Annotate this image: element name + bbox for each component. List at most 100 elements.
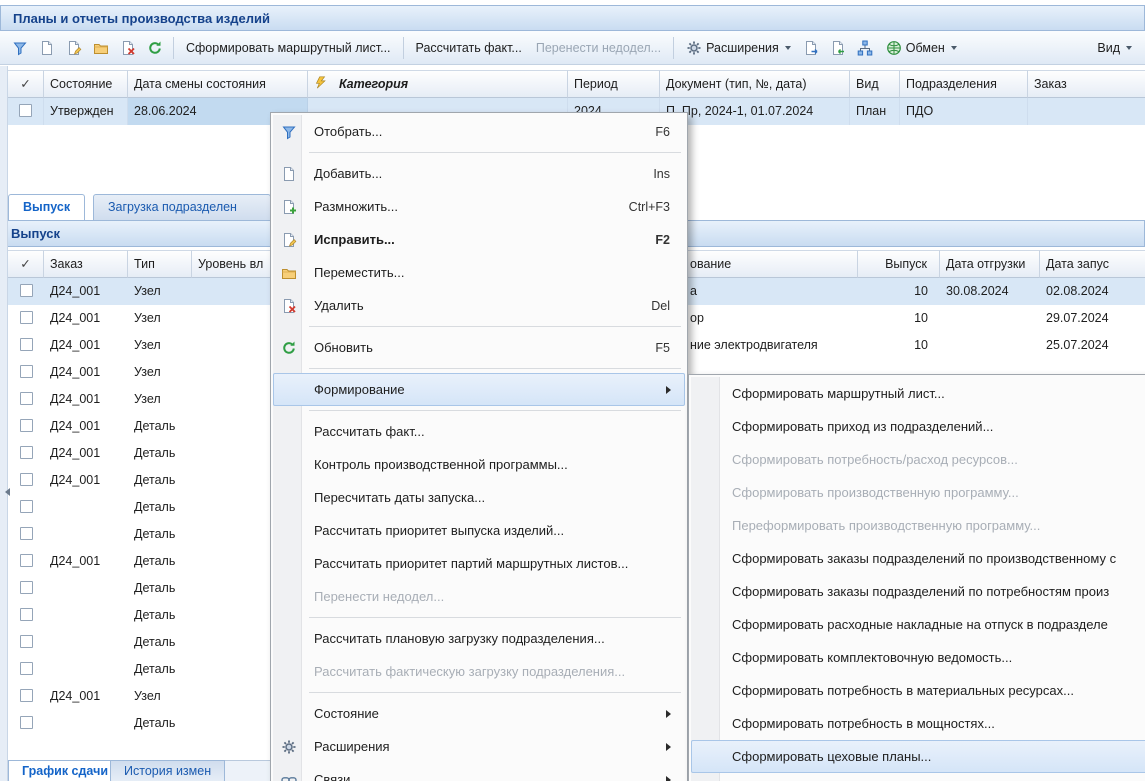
context-menu-item-4[interactable]: Исправить...F2 bbox=[273, 223, 685, 256]
add-button[interactable] bbox=[33, 35, 60, 61]
context-menu-item-10[interactable]: Формирование bbox=[273, 373, 685, 406]
context-menu-item-3[interactable]: Размножить...Ctrl+F3 bbox=[273, 190, 685, 223]
hierarchy-button[interactable] bbox=[852, 35, 879, 61]
submenu-item-5[interactable]: Сформировать заказы подразделений по про… bbox=[691, 542, 1145, 575]
row-checkbox[interactable] bbox=[20, 446, 33, 459]
submenu-item-11[interactable]: Сформировать цеховые планы... bbox=[691, 740, 1145, 773]
folder-icon bbox=[93, 40, 109, 56]
submenu-item-1[interactable]: Сформировать приход из подразделений... bbox=[691, 410, 1145, 443]
submenu-item-0[interactable]: Сформировать маршрутный лист... bbox=[691, 377, 1145, 410]
row-checkbox[interactable] bbox=[20, 608, 33, 621]
menu-separator bbox=[273, 322, 685, 331]
view-button[interactable]: Вид bbox=[1090, 35, 1139, 61]
ship-date-cell bbox=[940, 332, 1040, 359]
extensions-button[interactable]: Расширения bbox=[679, 35, 798, 61]
submenu-item-6[interactable]: Сформировать заказы подразделений по пот… bbox=[691, 575, 1145, 608]
menu-separator bbox=[273, 406, 685, 415]
submenu-item-10[interactable]: Сформировать потребность в мощностях... bbox=[691, 707, 1145, 740]
column-header-check[interactable]: ✓ bbox=[8, 70, 44, 98]
menu-item-hotkey: F6 bbox=[635, 125, 670, 139]
column-header-ship-date[interactable]: Дата отгрузки bbox=[940, 250, 1040, 278]
column-header-division[interactable]: Подразделения bbox=[900, 70, 1028, 98]
row-checkbox[interactable] bbox=[20, 392, 33, 405]
type-cell: Деталь bbox=[128, 629, 192, 656]
row-checkbox[interactable] bbox=[20, 500, 33, 513]
menu-item-label: Обновить bbox=[314, 340, 373, 355]
context-menu-item-13[interactable]: Контроль производственной программы... bbox=[273, 448, 685, 481]
column-header-order[interactable]: Заказ bbox=[44, 250, 128, 278]
row-checkbox[interactable] bbox=[20, 554, 33, 567]
view-label: Вид bbox=[1097, 41, 1120, 55]
row-checkbox[interactable] bbox=[20, 581, 33, 594]
import-button[interactable] bbox=[825, 35, 852, 61]
column-header-order[interactable]: Заказ bbox=[1028, 70, 1145, 98]
context-menu-item-0[interactable]: Отобрать...F6 bbox=[273, 115, 685, 148]
context-menu-item-14[interactable]: Пересчитать даты запуска... bbox=[273, 481, 685, 514]
window-title-bar: Планы и отчеты производства изделий bbox=[0, 5, 1145, 31]
row-checkbox[interactable] bbox=[19, 104, 32, 117]
delete-button[interactable] bbox=[114, 35, 141, 61]
column-header-state[interactable]: Состояние bbox=[44, 70, 128, 98]
menu-item-label: Сформировать потребность в материальных … bbox=[732, 683, 1074, 698]
column-header-type[interactable]: Тип bbox=[128, 250, 192, 278]
row-checkbox[interactable] bbox=[20, 419, 33, 432]
tab-vypusk[interactable]: Выпуск bbox=[8, 194, 85, 220]
context-menu-item-15[interactable]: Рассчитать приоритет выпуска изделий... bbox=[273, 514, 685, 547]
context-menu-item-22[interactable]: Состояние bbox=[273, 697, 685, 730]
context-menu-item-2[interactable]: Добавить...Ins bbox=[273, 157, 685, 190]
context-menu-item-6[interactable]: УдалитьDel bbox=[273, 289, 685, 322]
row-checkbox[interactable] bbox=[20, 689, 33, 702]
context-menu-item-24[interactable]: Связи bbox=[273, 763, 685, 781]
filter-button[interactable] bbox=[6, 35, 33, 61]
refresh-button[interactable] bbox=[141, 35, 168, 61]
submenu-item-2: Сформировать потребность/расход ресурсов… bbox=[691, 443, 1145, 476]
context-menu-item-19[interactable]: Рассчитать плановую загрузку подразделен… bbox=[273, 622, 685, 655]
edit-button[interactable] bbox=[60, 35, 87, 61]
column-header-check[interactable]: ✓ bbox=[8, 250, 44, 278]
export-button[interactable] bbox=[798, 35, 825, 61]
gear-icon bbox=[281, 739, 297, 755]
context-menu-item-5[interactable]: Переместить... bbox=[273, 256, 685, 289]
menu-item-label: Добавить... bbox=[314, 166, 382, 181]
row-checkbox[interactable] bbox=[20, 338, 33, 351]
toolbar-separator bbox=[173, 37, 174, 59]
column-header-output[interactable]: Выпуск bbox=[858, 250, 940, 278]
context-menu-item-23[interactable]: Расширения bbox=[273, 730, 685, 763]
context-menu-item-12[interactable]: Рассчитать факт... bbox=[273, 415, 685, 448]
menu-separator bbox=[273, 688, 685, 697]
column-header-category[interactable]: Категория bbox=[308, 70, 568, 98]
row-checkbox[interactable] bbox=[20, 635, 33, 648]
context-menu-item-8[interactable]: ОбновитьF5 bbox=[273, 331, 685, 364]
column-header-state-date[interactable]: Дата смены состояния bbox=[128, 70, 308, 98]
row-checkbox[interactable] bbox=[20, 716, 33, 729]
tab-istoriya-izmeneniy[interactable]: История измен bbox=[110, 760, 225, 781]
checkmark-icon: ✓ bbox=[20, 77, 30, 91]
left-splitter[interactable] bbox=[0, 66, 8, 781]
submenu-item-12[interactable]: Сформировать график сдачи... bbox=[691, 773, 1145, 781]
caret-down-icon bbox=[785, 46, 791, 53]
row-checkbox[interactable] bbox=[20, 662, 33, 675]
tab-zagruzka-podrazdeleniy[interactable]: Загрузка подразделен bbox=[93, 194, 271, 220]
row-checkbox-cell bbox=[8, 467, 44, 494]
row-checkbox[interactable] bbox=[20, 527, 33, 540]
context-menu-item-16[interactable]: Рассчитать приоритет партий маршрутных л… bbox=[273, 547, 685, 580]
submenu-item-9[interactable]: Сформировать потребность в материальных … bbox=[691, 674, 1145, 707]
submenu-item-7[interactable]: Сформировать расходные накладные на отпу… bbox=[691, 608, 1145, 641]
row-checkbox[interactable] bbox=[20, 311, 33, 324]
row-checkbox[interactable] bbox=[20, 365, 33, 378]
column-header-kind[interactable]: Вид bbox=[850, 70, 900, 98]
row-checkbox[interactable] bbox=[20, 473, 33, 486]
column-header-period[interactable]: Период bbox=[568, 70, 660, 98]
column-header-launch-date[interactable]: Дата запус bbox=[1040, 250, 1145, 278]
exchange-button[interactable]: Обмен bbox=[879, 35, 964, 61]
row-checkbox[interactable] bbox=[20, 284, 33, 297]
type-cell: Деталь bbox=[128, 575, 192, 602]
tab-grafik-sdachi[interactable]: График сдачи bbox=[8, 760, 122, 781]
move-button[interactable] bbox=[87, 35, 114, 61]
type-cell: Деталь bbox=[128, 602, 192, 629]
submenu-item-8[interactable]: Сформировать комплектовочную ведомость..… bbox=[691, 641, 1145, 674]
form-route-sheet-button[interactable]: Сформировать маршрутный лист... bbox=[179, 35, 398, 61]
collapse-left-icon[interactable] bbox=[1, 488, 10, 496]
calc-fact-button[interactable]: Рассчитать факт... bbox=[409, 35, 529, 61]
column-header-document[interactable]: Документ (тип, №, дата) bbox=[660, 70, 850, 98]
